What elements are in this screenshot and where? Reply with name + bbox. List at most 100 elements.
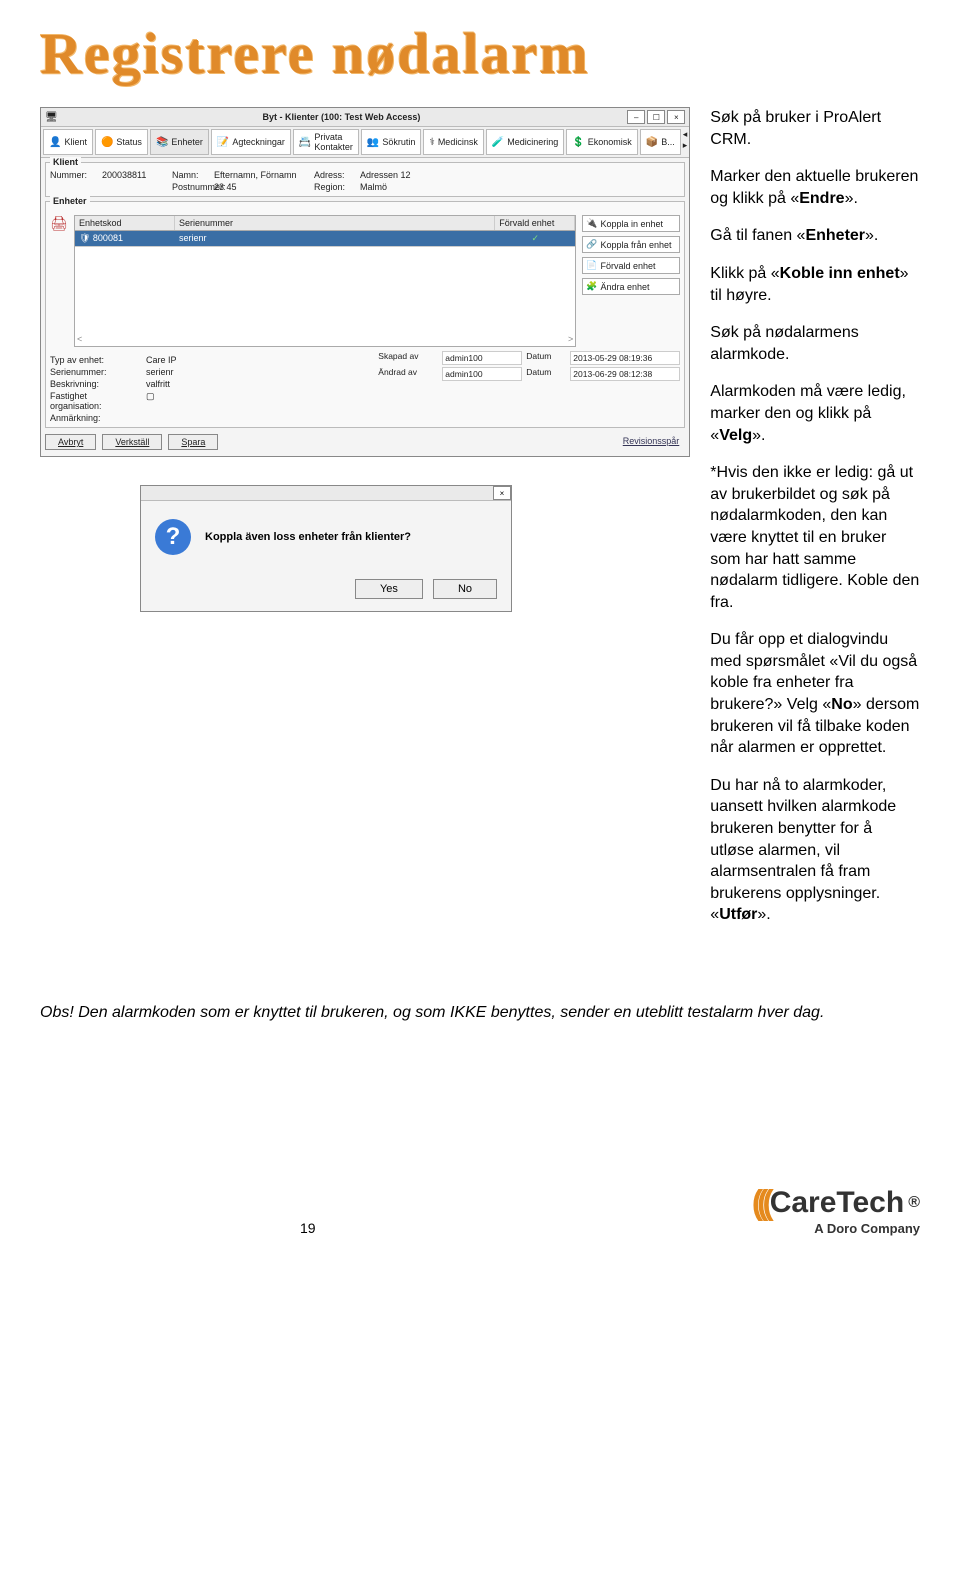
tab-strip: 👤Klient 🟠Status 📚Enheter 📝Agteckningar 📇… <box>41 127 689 158</box>
tab-label: Ekonomisk <box>588 137 632 147</box>
post-value: 23 45 <box>214 182 314 192</box>
people-icon: 👥 <box>367 137 379 148</box>
table-row[interactable]: 🛡 800081 serienr ✓ <box>75 231 575 246</box>
adress-value: Adressen 12 <box>360 170 440 180</box>
medical-icon: ⚕ <box>429 137 434 148</box>
typ-label: Typ av enhet: <box>50 355 140 365</box>
btn-label: Förvald enhet <box>601 261 656 271</box>
andrad-datum: 2013-06-29 08:12:38 <box>570 367 680 381</box>
org-checkbox[interactable]: ▢ <box>146 391 266 411</box>
btn-label: Verkställ <box>115 437 149 447</box>
plug-icon: 🔌 <box>586 218 597 229</box>
enheter-section: Enheter 🖨 Enhetskod Serienummer Förvald … <box>45 201 685 428</box>
logo-registered-icon: ® <box>908 1194 920 1212</box>
status-icon: 🟠 <box>101 137 113 148</box>
btn-label: Koppla in enhet <box>601 219 664 229</box>
forvald-button[interactable]: 📄 Förvald enhet <box>582 257 680 274</box>
post-label: Postnummer: <box>172 182 214 192</box>
dialog-no-button[interactable]: No <box>433 579 497 599</box>
tab-sokrutin[interactable]: 👥Sökrutin <box>361 129 421 155</box>
question-icon: ? <box>155 519 191 555</box>
enheter-legend: Enheter <box>50 196 90 206</box>
avbryt-button[interactable]: Avbryt <box>45 434 96 450</box>
andra-button[interactable]: 🧩Ändra enhet <box>582 278 680 295</box>
verkstall-button[interactable]: Verkställ <box>102 434 162 450</box>
scroll-left-icon[interactable]: < <box>77 334 82 344</box>
notes-icon: 📝 <box>217 137 229 148</box>
window-title: Byt - Klienter (100: Test Web Access) <box>58 112 626 122</box>
region-value: Malmö <box>360 182 440 192</box>
cell-serienr: serienr <box>175 231 495 246</box>
revisionsspar-link[interactable]: Revisionsspår <box>617 434 686 450</box>
tab-label: Enheter <box>171 137 203 147</box>
andrad-datum-label: Datum <box>526 367 566 381</box>
col-serienummer[interactable]: Serienummer <box>175 216 495 230</box>
typ-value: Care IP <box>146 355 266 365</box>
tab-klient[interactable]: 👤Klient <box>43 129 93 155</box>
col-forvald[interactable]: Förvald enhet <box>495 216 575 230</box>
tab-label: B... <box>661 137 675 147</box>
skapad-datum: 2013-05-29 08:19:36 <box>570 351 680 365</box>
instr-p2: Marker den aktuelle brukeren og klikk på… <box>710 166 920 209</box>
appmenu-icon: 🖥 <box>45 112 58 123</box>
tab-label: Klient <box>64 137 87 147</box>
tab-label: Agteckningar <box>232 137 285 147</box>
person-icon: 👤 <box>49 137 61 148</box>
skapad-label: Skapad av <box>378 351 438 365</box>
tab-privata[interactable]: 📇Privata Kontakter <box>293 129 359 155</box>
tab-medicinering[interactable]: 🧪Medicinering <box>486 129 564 155</box>
close-button[interactable]: × <box>667 110 685 124</box>
nummer-value: 200038811 <box>102 170 172 180</box>
namn-label: Namn: <box>172 170 214 180</box>
tab-agteckningar[interactable]: 📝Agteckningar <box>211 129 291 155</box>
instr-p7: *Hvis den ikke er ledig: gå ut av bruker… <box>710 462 920 613</box>
ser-value: serienr <box>146 367 266 377</box>
nummer-label: Nummer: <box>50 170 102 180</box>
doc-icon: 📄 <box>586 260 597 271</box>
minimize-button[interactable]: – <box>627 110 645 124</box>
caretech-logo: ((( CareTech ® A Doro Company <box>752 1184 920 1236</box>
ser-label: Serienummer: <box>50 367 140 377</box>
tab-status[interactable]: 🟠Status <box>95 129 148 155</box>
namn-value: Efternamn, Förnamn <box>214 170 314 180</box>
tab-more[interactable]: 📦B... <box>640 129 681 155</box>
skapad-by: admin100 <box>442 351 522 365</box>
instr-p5: Søk på nødalarmens alarmkode. <box>710 322 920 365</box>
logo-word: CareTech <box>770 1186 905 1220</box>
pill-icon: 🧪 <box>492 137 504 148</box>
page-number: 19 <box>300 1220 316 1236</box>
app-window: 🖥 Byt - Klienter (100: Test Web Access) … <box>40 107 690 457</box>
tab-ekonomisk[interactable]: 💲 Ekonomisk <box>566 129 637 155</box>
instr-p1: Søk på bruker i ProAlert CRM. <box>710 107 920 150</box>
tab-scroll-icon[interactable]: ◂ ▸ <box>683 129 688 155</box>
tab-label: Privata Kontakter <box>314 132 353 152</box>
anm-label: Anmärkning: <box>50 413 140 423</box>
dialog-yes-button[interactable]: Yes <box>355 579 423 599</box>
dialog-text: Koppla även loss enheter från klienter? <box>205 531 411 543</box>
tab-label: Medicinering <box>507 137 558 147</box>
logo-subtitle: A Doro Company <box>752 1221 920 1236</box>
maximize-button[interactable]: ☐ <box>647 110 665 124</box>
window-titlebar: 🖥 Byt - Klienter (100: Test Web Access) … <box>41 108 689 127</box>
koppla-fran-button[interactable]: 🔗Koppla från enhet <box>582 236 680 253</box>
spara-button[interactable]: Spara <box>168 434 218 450</box>
box-icon: 📦 <box>646 137 658 148</box>
obs-note: Obs! Den alarmkoden som er knyttet til b… <box>40 1002 920 1024</box>
page-title: Registrere nødalarm <box>40 20 920 87</box>
tab-enheter[interactable]: 📚Enheter <box>150 129 209 155</box>
skapad-datum-label: Datum <box>526 351 566 365</box>
logo-marks-icon: ((( <box>752 1184 768 1223</box>
klient-legend: Klient <box>50 157 81 167</box>
btn-label: Ändra enhet <box>601 282 650 292</box>
money-icon: 💲 <box>572 137 584 148</box>
dialog-close-button[interactable]: × <box>493 486 511 500</box>
tab-medicinsk[interactable]: ⚕Medicinsk <box>423 129 483 155</box>
scroll-right-icon[interactable]: > <box>568 334 573 344</box>
btn-label: Avbryt <box>58 437 83 447</box>
andrad-label: Ändrad av <box>378 367 438 381</box>
col-enhetskod[interactable]: Enhetskod <box>75 216 175 230</box>
koppla-in-button[interactable]: 🔌 Koppla in enhet <box>582 215 680 232</box>
unlink-icon: 🔗 <box>586 239 597 250</box>
btn-label: Spara <box>181 437 205 447</box>
org-label: Fastighet organisation: <box>50 391 140 411</box>
